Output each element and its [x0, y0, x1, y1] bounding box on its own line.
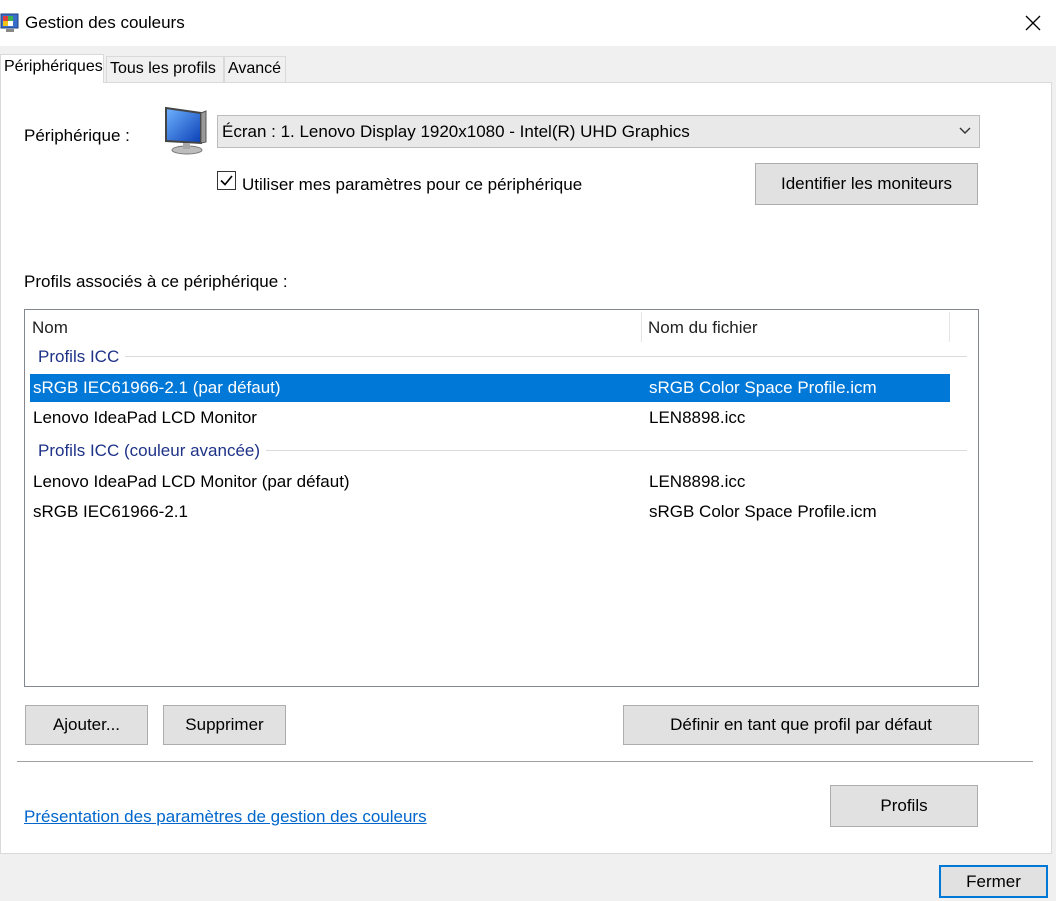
tab-tous-les-profils[interactable]: Tous les profils — [106, 56, 224, 82]
color-management-icon — [0, 13, 19, 32]
profile-name: sRGB IEC61966-2.1 — [33, 502, 188, 521]
profiles-list[interactable]: Nom Nom du fichier Profils ICC sRGB IEC6… — [24, 309, 979, 687]
remove-button[interactable]: Supprimer — [163, 705, 286, 745]
use-my-settings-label: Utiliser mes paramètres pour ce périphér… — [242, 175, 583, 194]
use-my-settings-checkbox[interactable] — [217, 171, 236, 190]
title-bar: Gestion des couleurs — [0, 0, 1056, 46]
tab-avance[interactable]: Avancé — [224, 56, 286, 82]
add-button[interactable]: Ajouter... — [25, 705, 148, 745]
profile-file: LEN8898.icc — [649, 472, 746, 491]
profile-name: Lenovo IdeaPad LCD Monitor (par défaut) — [33, 472, 350, 491]
column-header-filename[interactable]: Nom du fichier — [648, 318, 758, 338]
group-divider — [266, 450, 967, 451]
profile-file: LEN8898.icc — [649, 408, 746, 427]
device-label: Périphérique : — [24, 126, 130, 145]
column-header-name[interactable]: Nom — [32, 318, 68, 338]
tab-panel: Périphérique : Écran : 1. Lenovo Display… — [0, 82, 1052, 854]
device-dropdown[interactable]: Écran : 1. Lenovo Display 1920x1080 - In… — [217, 115, 980, 148]
profile-name: Lenovo IdeaPad LCD Monitor — [33, 408, 257, 427]
divider — [17, 761, 1033, 762]
identify-monitors-button[interactable]: Identifier les moniteurs — [755, 163, 978, 205]
profile-name: sRGB IEC61966-2.1 (par défaut) — [33, 378, 281, 397]
list-item[interactable]: sRGB IEC61966-2.1 (par défaut) sRGB Colo… — [30, 374, 950, 402]
list-item[interactable]: sRGB IEC61966-2.1 sRGB Color Space Profi… — [30, 498, 950, 526]
group-header-icc: Profils ICC — [38, 347, 120, 366]
tab-peripheriques[interactable]: Périphériques — [0, 54, 104, 83]
close-button[interactable] — [1010, 0, 1056, 46]
checkmark-icon — [220, 175, 233, 186]
profile-file: sRGB Color Space Profile.icm — [649, 378, 877, 397]
device-dropdown-value: Écran : 1. Lenovo Display 1920x1080 - In… — [222, 122, 690, 141]
close-icon — [1025, 15, 1041, 31]
monitor-icon — [165, 106, 207, 155]
group-header-icc-advanced: Profils ICC (couleur avancée) — [38, 441, 261, 460]
profile-file: sRGB Color Space Profile.icm — [649, 502, 877, 521]
chevron-down-icon — [959, 127, 971, 134]
list-item[interactable]: Lenovo IdeaPad LCD Monitor (par défaut) … — [30, 468, 950, 496]
color-management-overview-link[interactable]: Présentation des paramètres de gestion d… — [24, 807, 427, 827]
close-dialog-button[interactable]: Fermer — [939, 865, 1048, 898]
group-divider — [125, 356, 967, 357]
set-default-profile-button[interactable]: Définir en tant que profil par défaut — [623, 705, 979, 745]
list-item[interactable]: Lenovo IdeaPad LCD Monitor LEN8898.icc — [30, 404, 950, 432]
profiles-section-label: Profils associés à ce périphérique : — [24, 272, 288, 291]
window-title: Gestion des couleurs — [25, 13, 185, 32]
column-divider — [949, 312, 950, 342]
column-divider — [641, 312, 642, 342]
profiles-button[interactable]: Profils — [830, 785, 978, 827]
